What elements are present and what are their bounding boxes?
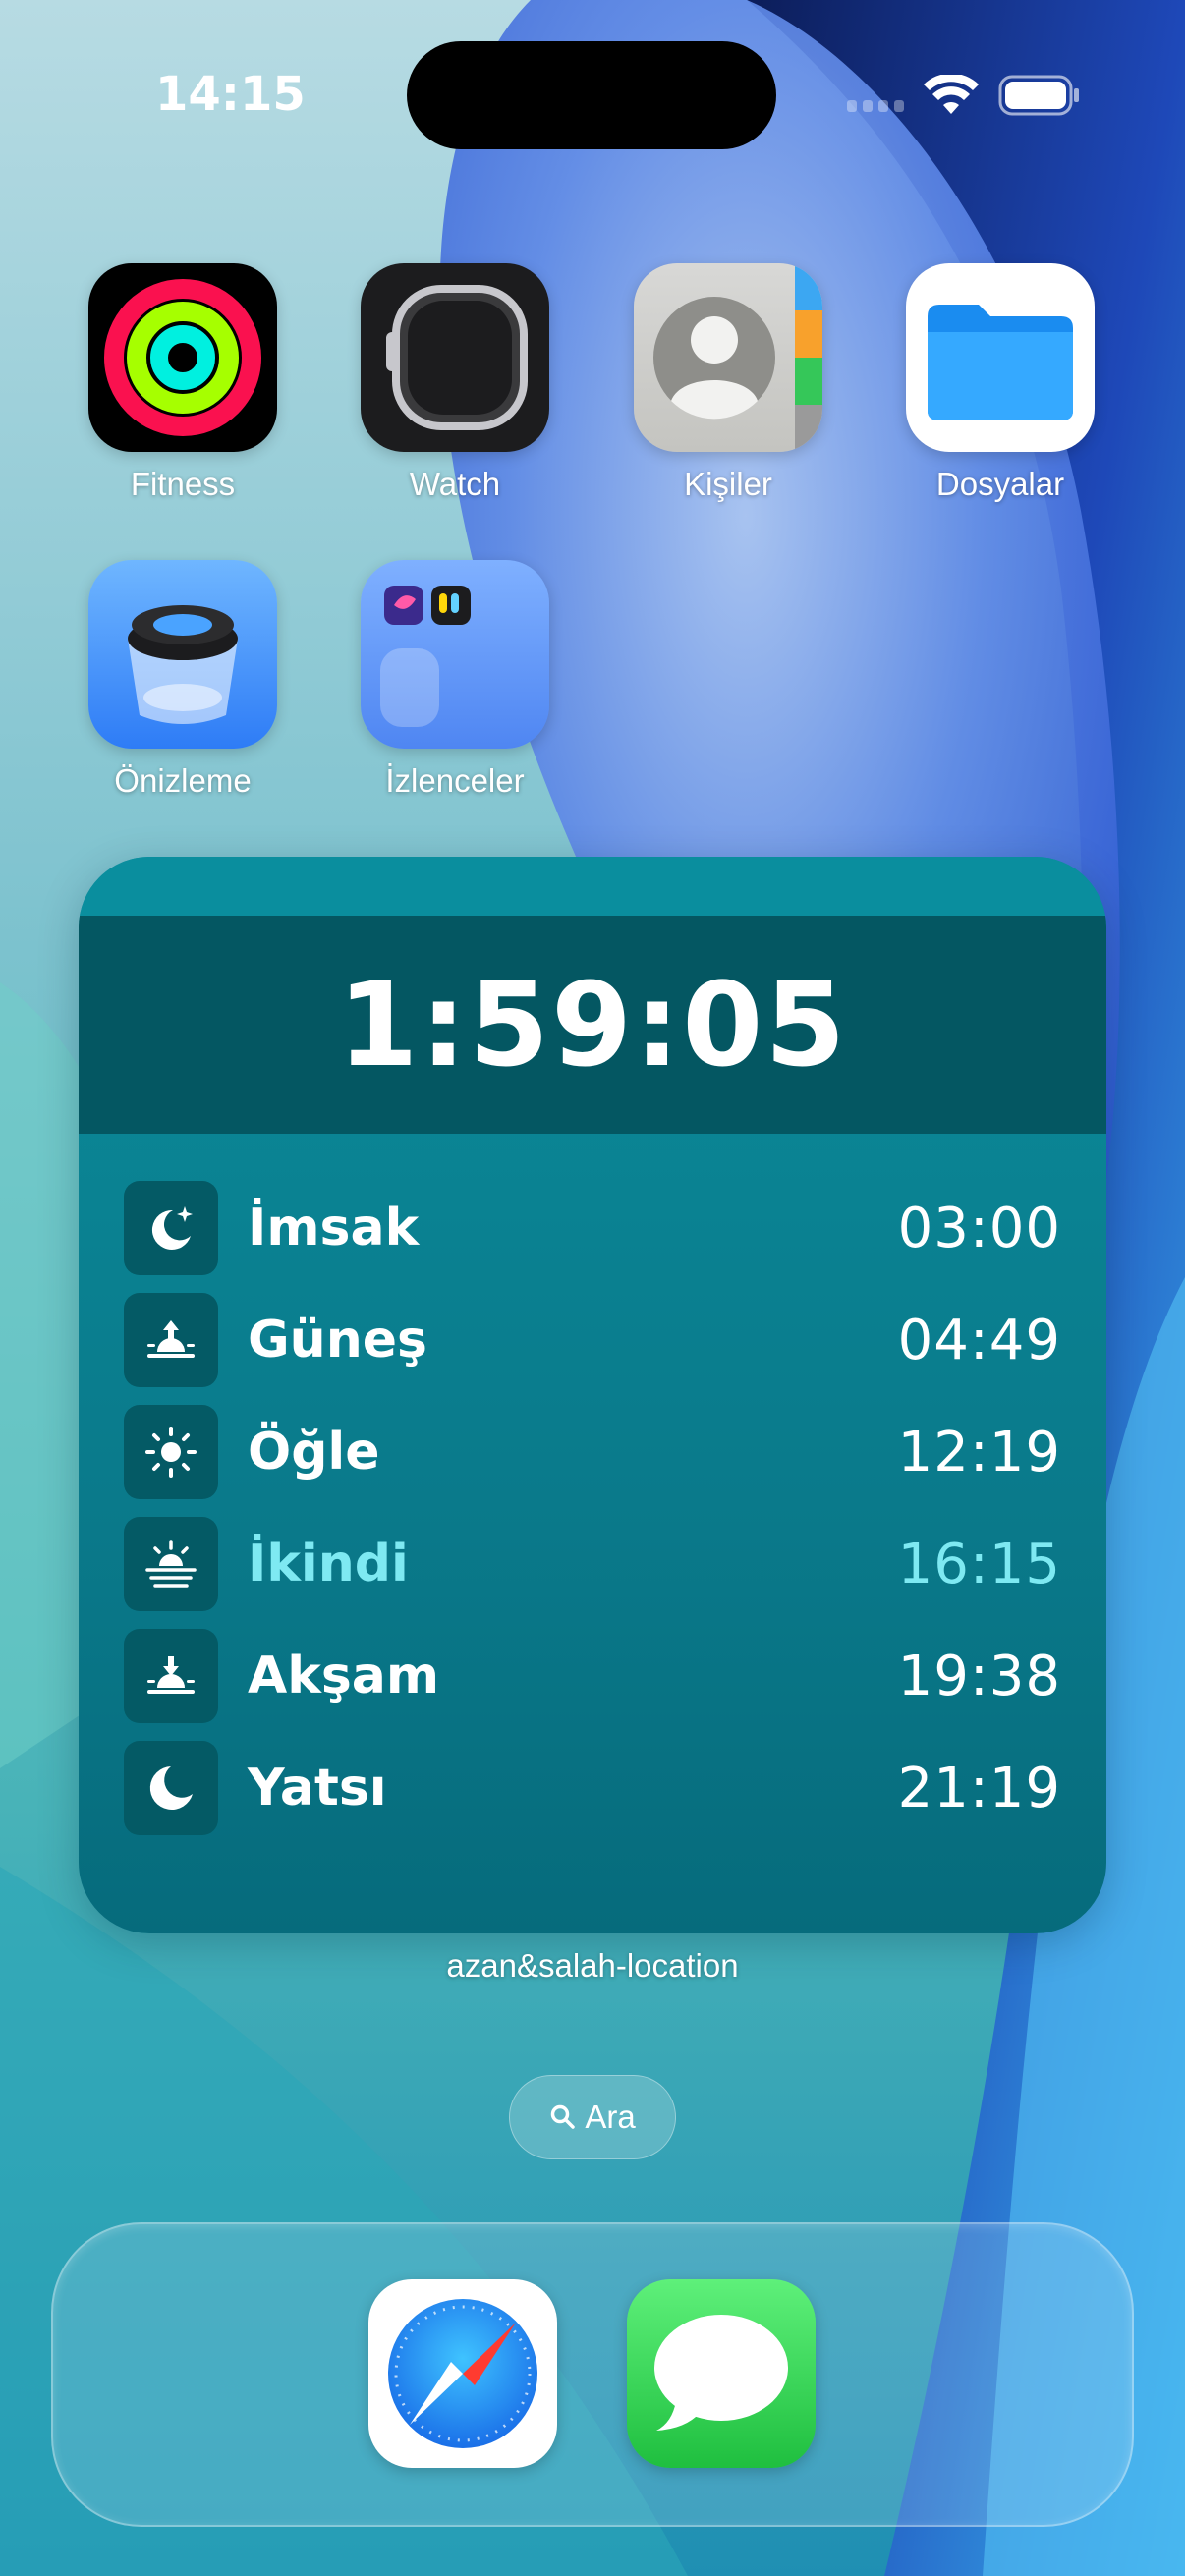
- sun-icon: [124, 1405, 218, 1499]
- prayer-name: İmsak: [248, 1199, 420, 1258]
- prayer-name: Güneş: [248, 1311, 427, 1370]
- prayer-times-widget[interactable]: 1:59:05 İmsak 03:00 Güneş 04:49 Öğle 12:…: [79, 857, 1106, 1933]
- prayer-time: 04:49: [897, 1308, 1061, 1372]
- widget-caption: azan&salah-location: [446, 1947, 739, 1984]
- prayer-name: Akşam: [248, 1647, 440, 1706]
- prayer-name: İkindi: [248, 1535, 409, 1594]
- app-preview[interactable]: Önizleme: [85, 560, 281, 800]
- moon-stars-icon: [124, 1181, 218, 1275]
- folder-group-icon: [361, 560, 549, 749]
- prayer-time: 03:00: [897, 1196, 1061, 1260]
- prayer-row-imsak: İmsak 03:00: [124, 1181, 1061, 1275]
- prayer-row-ikindi: İkindi 16:15: [124, 1517, 1061, 1611]
- contacts-icon: [634, 263, 822, 452]
- search-icon: [551, 2104, 576, 2129]
- battery-icon: [998, 75, 1079, 116]
- safari-compass-icon: [388, 2299, 537, 2448]
- prayer-time: 21:19: [897, 1756, 1061, 1820]
- app-label: Dosyalar: [935, 466, 1065, 502]
- folder-icon: [906, 263, 1095, 452]
- wifi-icon: [924, 75, 979, 114]
- prayer-time: 19:38: [897, 1644, 1061, 1708]
- preview-loupe-icon: [88, 560, 277, 749]
- dynamic-island: [407, 41, 776, 149]
- widget-header-band: [79, 857, 1106, 916]
- countdown-timer: 1:59:05: [337, 957, 848, 1092]
- app-fitness[interactable]: Fitness: [85, 263, 281, 503]
- search-button[interactable]: Ara: [509, 2075, 676, 2159]
- prayer-time: 12:19: [897, 1420, 1061, 1484]
- app-files[interactable]: Dosyalar: [902, 263, 1099, 503]
- prayer-name: Yatsı: [248, 1759, 387, 1818]
- dock-app-safari[interactable]: [368, 2279, 557, 2468]
- dock: [51, 2222, 1134, 2527]
- prayer-row-yatsi: Yatsı 21:19: [124, 1741, 1061, 1835]
- moon-icon: [124, 1741, 218, 1835]
- messages-bubble-icon: [654, 2315, 788, 2431]
- prayer-time: 16:15: [897, 1532, 1061, 1596]
- search-label: Ara: [585, 2099, 636, 2135]
- watch-icon: [361, 263, 549, 452]
- app-folder-izlenceler[interactable]: İzlenceler: [357, 560, 553, 800]
- app-contacts[interactable]: Kişiler: [630, 263, 826, 503]
- dock-app-messages[interactable]: [627, 2279, 816, 2468]
- fitness-rings-icon: [88, 263, 277, 452]
- status-time: 14:15: [155, 67, 306, 122]
- prayer-row-aksam: Akşam 19:38: [124, 1629, 1061, 1723]
- cellular-signal-icon: [847, 100, 904, 112]
- sun-haze-icon: [124, 1517, 218, 1611]
- app-label: Fitness: [130, 466, 236, 502]
- app-label: Watch: [409, 466, 501, 502]
- countdown-panel: 1:59:05: [79, 916, 1106, 1134]
- sunset-icon: [124, 1629, 218, 1723]
- app-label: Önizleme: [114, 762, 252, 799]
- app-watch[interactable]: Watch: [357, 263, 553, 503]
- prayer-row-ogle: Öğle 12:19: [124, 1405, 1061, 1499]
- prayer-row-gunes: Güneş 04:49: [124, 1293, 1061, 1387]
- app-label: Kişiler: [684, 466, 772, 502]
- sunrise-icon: [124, 1293, 218, 1387]
- prayer-name: Öğle: [248, 1423, 380, 1482]
- app-label: İzlenceler: [385, 762, 525, 799]
